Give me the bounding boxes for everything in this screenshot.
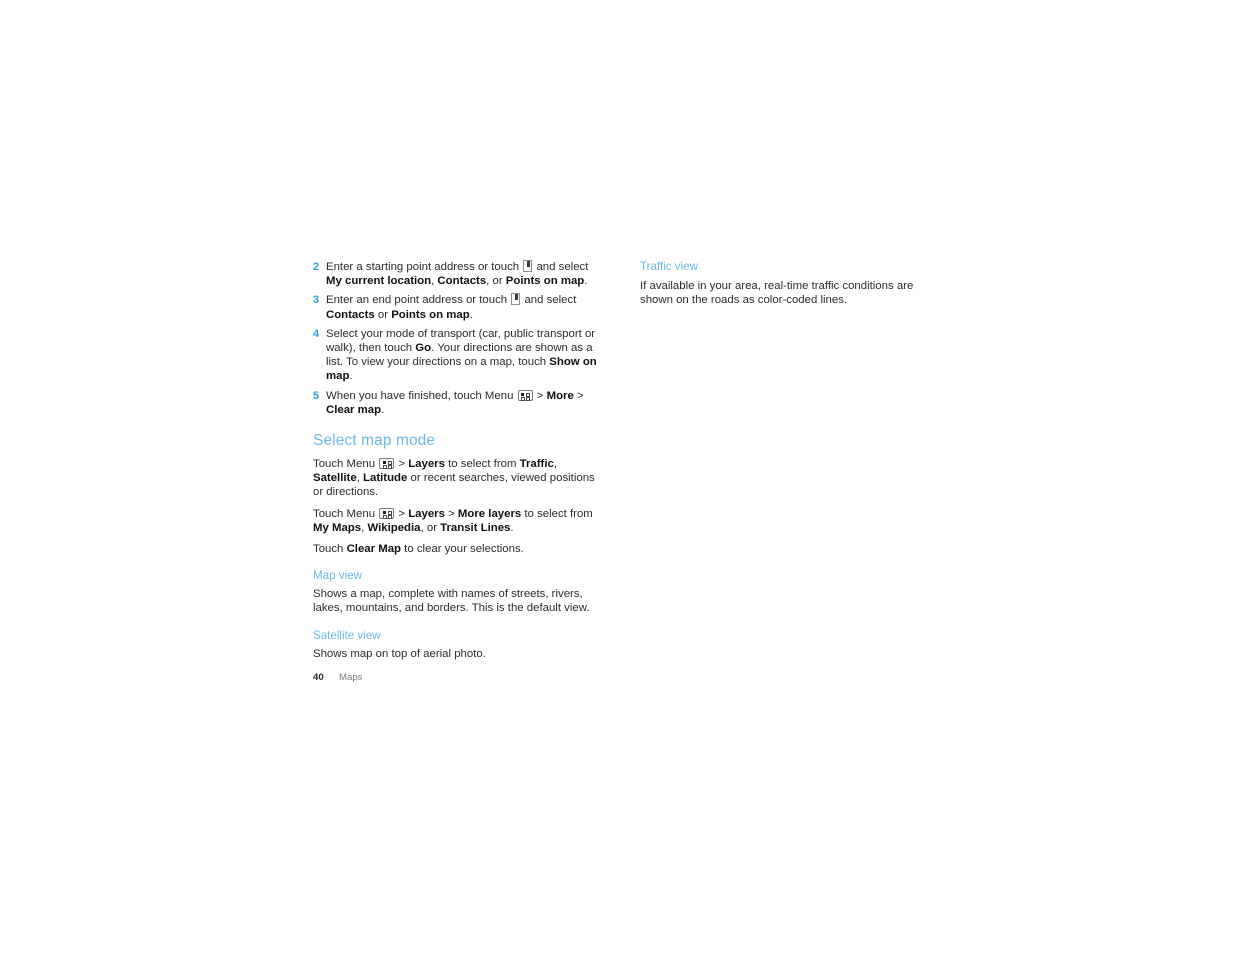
step-text: Enter an end point address or touch and … xyxy=(326,293,599,321)
step-number: 3 xyxy=(313,294,320,307)
ui-term-contacts: Contacts xyxy=(437,275,487,288)
ui-term-contacts: Contacts xyxy=(326,308,375,321)
ui-term-wikipedia: Wikipedia xyxy=(367,521,421,534)
section-heading-wrapper: Select map mode xyxy=(313,431,599,450)
paragraph-fragment: Touch Menu xyxy=(313,507,379,520)
subsection-heading-map-view: Map view xyxy=(313,569,362,583)
procedure-step-3: 3 Enter an end point address or touch an… xyxy=(313,293,599,321)
step-text-fragment: > xyxy=(533,389,547,402)
left-column: 2 Enter a starting point address or touc… xyxy=(313,260,599,668)
subsection-body-satellite-view: Shows map on top of aerial photo. xyxy=(313,647,486,660)
paragraph-fragment: , xyxy=(553,458,557,471)
paragraph-fragment: > xyxy=(395,458,409,471)
subsection-map-view: Map view xyxy=(313,569,599,583)
step-text-fragment: and select xyxy=(533,261,589,273)
paragraph-clear-map: Touch Clear Map to clear your selections… xyxy=(313,542,599,556)
manual-page: 2 Enter a starting point address or touc… xyxy=(0,0,1235,954)
step-text-fragment: . xyxy=(584,275,588,288)
subsection-traffic-view: Traffic view xyxy=(640,260,940,274)
section-heading-select-map-mode: Select map mode xyxy=(313,432,436,450)
step-text-fragment: When you have finished, touch Menu xyxy=(326,389,517,402)
bookmark-icon xyxy=(523,260,533,272)
page-number: 40 xyxy=(313,672,324,683)
step-text-fragment: , or xyxy=(486,275,506,288)
ui-term-traffic: Traffic xyxy=(519,458,554,471)
menu-icon xyxy=(379,507,395,519)
step-text: Enter a starting point address or touch … xyxy=(326,260,599,288)
step-text-fragment: . xyxy=(381,403,385,416)
step-text-fragment: or xyxy=(374,308,392,321)
paragraph-fragment: > xyxy=(395,507,409,520)
bookmark-icon xyxy=(511,293,521,306)
paragraph-fragment: > xyxy=(444,507,458,520)
ui-term-more-layers: More layers xyxy=(457,507,522,520)
chapter-name: Maps xyxy=(339,672,363,683)
paragraph-layers: Touch Menu > Layers to select from Traff… xyxy=(313,457,599,500)
step-number: 5 xyxy=(313,389,320,402)
step-text-fragment: and select xyxy=(521,294,577,307)
ui-term-clear-map: Clear map xyxy=(326,403,382,416)
step-number: 2 xyxy=(313,261,320,273)
subsection-heading-traffic-view: Traffic view xyxy=(640,260,698,273)
menu-icon xyxy=(379,458,395,470)
ui-term-latitude: Latitude xyxy=(363,472,408,485)
step-number: 4 xyxy=(313,327,320,340)
step-text-fragment: . xyxy=(349,370,353,383)
ui-term-points-on-map: Points on map xyxy=(505,275,585,288)
procedure-step-5: 5 When you have finished, touch Menu > M… xyxy=(313,389,599,417)
paragraph-fragment: Touch Menu xyxy=(313,458,379,471)
paragraph-fragment: . xyxy=(510,521,514,534)
procedure-step-4: 4 Select your mode of transport (car, pu… xyxy=(313,327,599,384)
step-text: Select your mode of transport (car, publ… xyxy=(326,327,599,384)
page-footer: 40 Maps xyxy=(313,671,362,684)
paragraph-fragment: to select from xyxy=(521,507,593,520)
ui-term-my-maps: My Maps xyxy=(313,521,362,534)
subsection-body-traffic-view: If available in your area, real-time tra… xyxy=(640,280,914,307)
step-text-fragment: . xyxy=(469,308,473,321)
procedure-step-2: 2 Enter a starting point address or touc… xyxy=(313,260,599,288)
step-text-fragment: Enter a starting point address or touch xyxy=(326,261,523,273)
ui-term-clear-map: Clear Map xyxy=(346,543,402,556)
ui-term-layers: Layers xyxy=(408,507,445,520)
ui-term-satellite: Satellite xyxy=(313,472,357,485)
paragraph-more-layers: Touch Menu > Layers > More layers to sel… xyxy=(313,507,599,535)
subsection-body-map-view: Shows a map, complete with names of stre… xyxy=(313,588,590,615)
paragraph-fragment: Touch xyxy=(313,543,347,556)
ui-term-points-on-map: Points on map xyxy=(391,308,470,321)
ui-term-transit-lines: Transit Lines xyxy=(440,521,511,534)
ui-term-my-current-location: My current location xyxy=(326,275,432,288)
subsection-satellite-view: Satellite view xyxy=(313,629,599,643)
subsection-heading-satellite-view: Satellite view xyxy=(313,628,381,642)
paragraph-fragment: to clear your selections. xyxy=(401,543,524,556)
step-text-fragment: > xyxy=(573,389,584,402)
right-column: Traffic view If available in your area, … xyxy=(640,260,940,314)
step-text-fragment: Enter an end point address or touch xyxy=(326,294,511,307)
menu-icon xyxy=(517,389,533,401)
ui-term-go: Go xyxy=(415,342,432,355)
step-text: When you have finished, touch Menu > Mor… xyxy=(326,389,599,417)
paragraph-fragment: , or xyxy=(420,521,441,534)
paragraph-fragment: to select from xyxy=(444,458,520,471)
ui-term-layers: Layers xyxy=(408,458,445,471)
ui-term-more: More xyxy=(546,389,574,402)
